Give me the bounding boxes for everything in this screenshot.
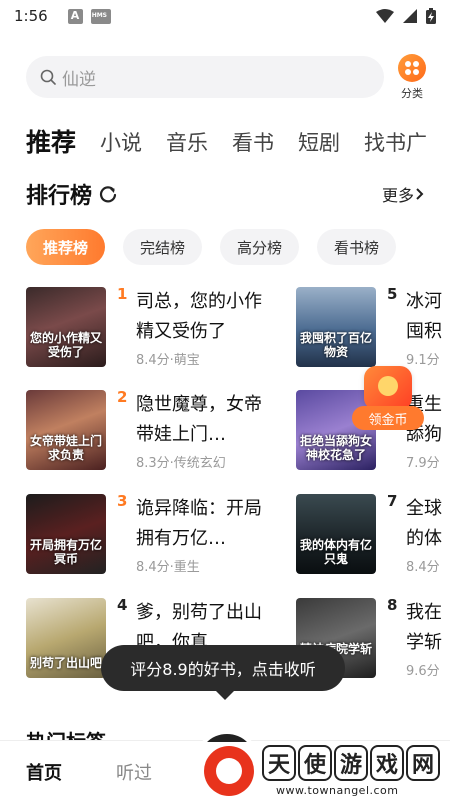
red-envelope-icon: [364, 366, 412, 410]
tab-recommend[interactable]: 推荐: [26, 128, 76, 158]
rank-number: 8: [387, 598, 398, 614]
book-meta: 8.4分·重生: [136, 560, 200, 575]
book-cover: 我囤积了百亿物资: [296, 287, 376, 367]
cover-title: 拒绝当舔狗女神校花急了: [300, 434, 373, 462]
refresh-icon[interactable]: [98, 184, 118, 204]
book-meta: 7.9分: [406, 456, 440, 471]
category-button[interactable]: 分类: [392, 54, 432, 104]
notification-a-icon: A: [67, 8, 83, 24]
book-title: 冰河囤积: [406, 291, 442, 342]
rank-number: 1: [117, 285, 128, 303]
book-title: 全球的体内: [406, 498, 442, 549]
tab-music[interactable]: 音乐: [166, 128, 208, 158]
book-title: 隐世魔尊，女帝带娃上门…: [136, 394, 262, 445]
watermark-chars: 天 使 游 戏 网: [262, 745, 440, 781]
ranking-title: 排行榜: [26, 184, 93, 209]
status-indicators: [376, 8, 436, 24]
book-cover: 开局拥有万亿冥币: [26, 494, 106, 574]
coin-label: 领金币: [352, 406, 424, 430]
rank-number: 3: [117, 492, 128, 510]
watermark-char: 使: [298, 745, 332, 781]
more-link[interactable]: 更多: [382, 182, 426, 206]
chip-recommend[interactable]: 推荐榜: [26, 229, 106, 265]
book-meta: 8.4分·萌宝: [136, 353, 200, 368]
ranking-header: 排行榜 更多: [26, 178, 426, 210]
cover-title: 女帝带娃上门求负责: [30, 434, 103, 462]
tab-find-book[interactable]: 找书广: [364, 128, 427, 158]
rank-number: 2: [117, 388, 128, 406]
wifi-icon: [376, 9, 394, 23]
cover-title: 您的小作精又受伤了: [30, 331, 103, 359]
nav-listened[interactable]: 听过: [116, 759, 152, 785]
book-meta: 8.4分: [406, 560, 440, 575]
coin-widget[interactable]: 领金币: [348, 366, 428, 430]
chevron-right-icon: [416, 188, 424, 200]
tooltip-text: 评分8.9的好书，点击收听: [130, 660, 316, 679]
book-meta: 9.6分: [406, 664, 440, 679]
rank-number: 7: [387, 494, 398, 510]
book-cover: 我的体内有亿只鬼: [296, 494, 376, 574]
book-item-7[interactable]: 我的体内有亿只鬼 7 全球的体内 8.4分: [296, 494, 450, 576]
rank-number: 4: [117, 596, 128, 614]
status-bar: 1:56 A HMS: [0, 0, 450, 32]
book-meta: 8.3分·传统玄幻: [136, 456, 226, 471]
cover-title: 我囤积了百亿物资: [300, 331, 373, 359]
book-title: 司总，您的小作精又受伤了: [136, 291, 262, 342]
search-placeholder: 仙逆: [62, 69, 96, 90]
book-title: 我在学斩: [406, 602, 442, 653]
battery-charging-icon: [426, 8, 436, 24]
cover-title: 别苟了出山吧: [30, 656, 103, 670]
ranking-chips: 推荐榜 完结榜 高分榜 看书榜: [26, 229, 397, 265]
category-label: 分类: [401, 87, 423, 100]
watermark-char: 网: [406, 745, 440, 781]
search-icon: [40, 69, 56, 85]
book-item-1[interactable]: 您的小作精又受伤了 1 司总，您的小作精又受伤了 8.4分·萌宝: [26, 285, 266, 369]
chip-completed[interactable]: 完结榜: [123, 229, 203, 265]
book-item-5[interactable]: 我囤积了百亿物资 5 冰河囤积 9.1分: [296, 287, 450, 369]
watermark-char: 戏: [370, 745, 404, 781]
notification-a-label: A: [70, 8, 80, 22]
book-cover: 别苟了出山吧: [26, 598, 106, 678]
watermark-logo-icon: [204, 746, 254, 796]
rank-number: 5: [387, 287, 398, 303]
notification-hms-label: HMS: [91, 11, 108, 19]
cover-title: 我的体内有亿只鬼: [300, 538, 373, 566]
tab-short-drama[interactable]: 短剧: [298, 128, 340, 158]
top-tabs: 推荐 小说 音乐 看书 短剧 找书广: [26, 114, 450, 158]
search-bar[interactable]: 仙逆: [26, 56, 384, 98]
cellular-signal-icon: [403, 9, 417, 23]
cover-title: 开局拥有万亿冥币: [30, 538, 103, 566]
book-cover: 您的小作精又受伤了: [26, 287, 106, 367]
chip-reading[interactable]: 看书榜: [317, 229, 397, 265]
tab-reading[interactable]: 看书: [232, 128, 274, 158]
watermark-char: 天: [262, 745, 296, 781]
chip-high-score[interactable]: 高分榜: [220, 229, 300, 265]
tab-novel[interactable]: 小说: [100, 128, 142, 158]
watermark-url: www.townangel.com: [276, 784, 399, 797]
nav-home[interactable]: 首页: [26, 759, 62, 785]
book-item-3[interactable]: 开局拥有万亿冥币 3 诡异降临：开局拥有万亿… 8.4分·重生: [26, 492, 266, 576]
book-cover: 女帝带娃上门求负责: [26, 390, 106, 470]
watermark-char: 游: [334, 745, 368, 781]
status-time: 1:56: [14, 7, 48, 25]
notification-hms-icon: HMS: [90, 8, 111, 24]
category-icon: [398, 54, 426, 82]
listen-tooltip[interactable]: 评分8.9的好书，点击收听: [101, 645, 345, 700]
book-title: 诡异降临：开局拥有万亿…: [136, 498, 262, 549]
book-item-2[interactable]: 女帝带娃上门求负责 2 隐世魔尊，女帝带娃上门… 8.3分·传统玄幻: [26, 388, 266, 472]
more-label: 更多: [381, 186, 414, 205]
watermark: 天 使 游 戏 网 www.townangel.com: [196, 742, 450, 800]
